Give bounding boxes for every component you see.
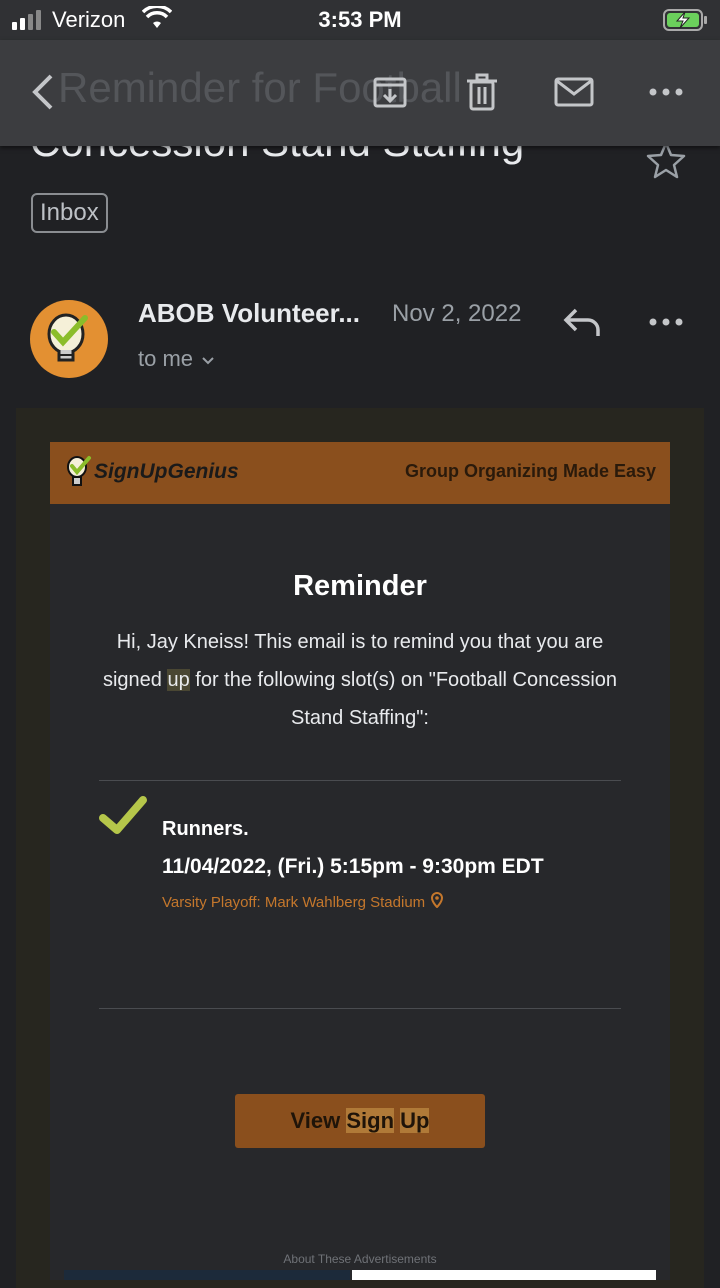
- slot-title: Runners.: [162, 818, 249, 840]
- chevron-down-icon: [201, 346, 215, 372]
- signupgenius-logo[interactable]: SignUpGenius: [64, 454, 239, 490]
- advertisement-right[interactable]: [352, 1270, 656, 1280]
- cta-highlight-up: Up: [400, 1108, 430, 1133]
- brand-header: SignUpGenius Group Organizing Made Easy: [50, 442, 670, 504]
- email-date: Nov 2, 2022: [392, 300, 522, 327]
- intro-text-after: for the following slot(s) on "Football C…: [189, 669, 618, 729]
- mail-icon[interactable]: [552, 70, 596, 114]
- star-icon[interactable]: [646, 140, 686, 185]
- status-bar: Verizon 3:53 PM: [0, 0, 720, 40]
- slot-location[interactable]: Varsity Playoff: Mark Wahlberg Stadium: [162, 891, 444, 912]
- battery-icon: [663, 8, 709, 37]
- message-more-icon[interactable]: [648, 314, 684, 332]
- brand-tagline: Group Organizing Made Easy: [404, 461, 656, 481]
- divider: [99, 1008, 621, 1009]
- advertisement-left[interactable]: [64, 1270, 350, 1280]
- status-time: 3:53 PM: [318, 7, 402, 32]
- view-signup-button[interactable]: View Sign Up: [235, 1094, 485, 1148]
- cta-text: View: [290, 1108, 347, 1133]
- divider: [99, 780, 621, 781]
- trash-icon[interactable]: [460, 70, 504, 114]
- reminder-heading: Reminder: [293, 570, 427, 602]
- avatar[interactable]: [30, 300, 108, 378]
- recipient-toggle[interactable]: to me: [138, 346, 215, 372]
- intro-highlight: up: [167, 669, 190, 691]
- check-icon: [99, 796, 147, 841]
- cta-highlight-sign: Sign: [346, 1108, 395, 1133]
- app-bar: Reminder for Football: [0, 40, 720, 146]
- archive-icon[interactable]: [368, 70, 412, 114]
- ads-label[interactable]: About These Advertisements: [0, 1252, 720, 1266]
- back-arrow-icon[interactable]: [22, 70, 66, 114]
- more-icon[interactable]: [644, 70, 688, 114]
- location-pin-icon: [431, 891, 444, 912]
- reminder-intro: Hi, Jay Kneiss! This email is to remind …: [95, 623, 625, 737]
- inbox-label[interactable]: Inbox: [31, 193, 108, 233]
- slot-location-text: Varsity Playoff: Mark Wahlberg Stadium: [162, 893, 426, 911]
- reply-icon[interactable]: [562, 306, 602, 345]
- sender-name[interactable]: ABOB Volunteer...: [138, 298, 360, 329]
- logo-text: SignUpGenius: [94, 460, 239, 483]
- recipient-label: to me: [138, 346, 194, 371]
- slot-time: 11/04/2022, (Fri.) 5:15pm - 9:30pm EDT: [162, 855, 544, 878]
